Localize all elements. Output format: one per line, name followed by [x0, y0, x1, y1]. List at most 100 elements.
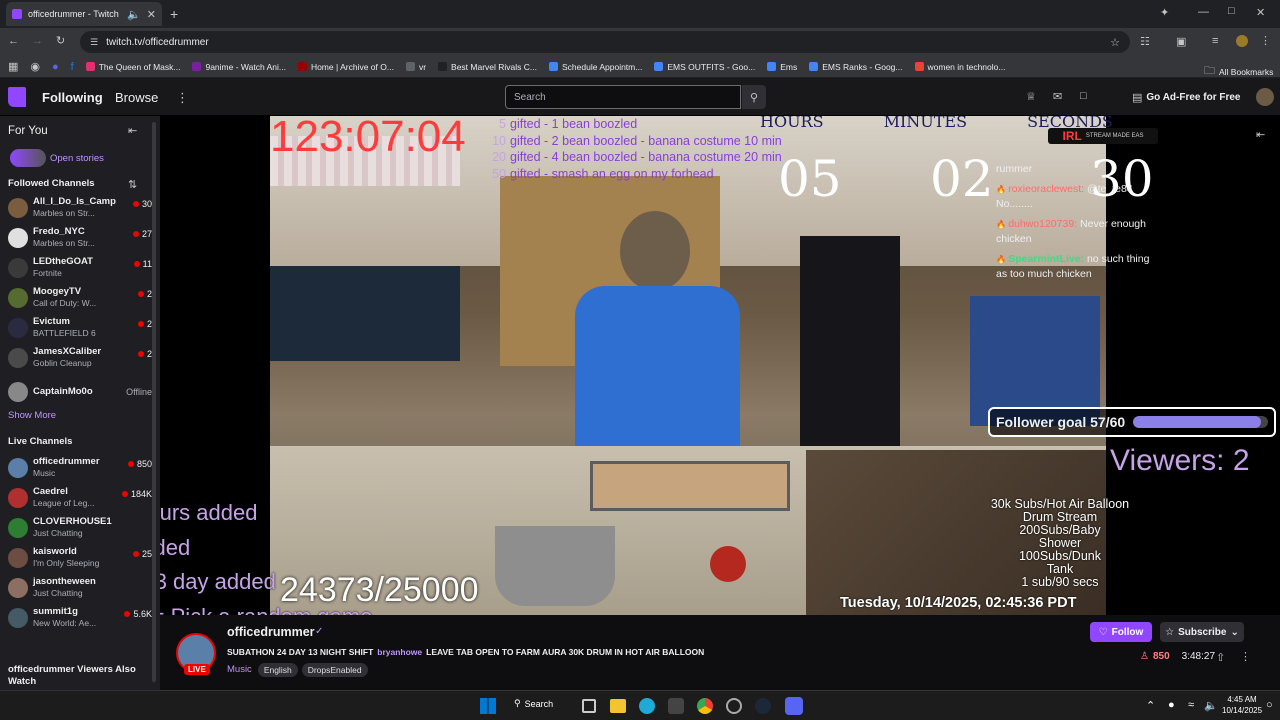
bookmark-star-icon[interactable]: ☆: [1110, 36, 1120, 49]
search-input[interactable]: Search: [505, 85, 741, 109]
notification-icon[interactable]: ○: [1266, 699, 1273, 711]
bookmark-item[interactable]: EMS Ranks - Goog...: [809, 62, 903, 72]
microphone-icon[interactable]: ●: [1168, 699, 1175, 711]
forward-icon[interactable]: →: [32, 35, 43, 47]
cast-icon[interactable]: ▣: [1176, 35, 1186, 48]
store-icon[interactable]: [668, 698, 684, 714]
sidebar-channel[interactable]: kaisworld I'm Only Sleeping 25: [6, 544, 152, 572]
tab-title: officedrummer - Twitch: [28, 9, 119, 19]
site-info-icon[interactable]: ☰: [90, 37, 98, 48]
task-view-icon[interactable]: [582, 699, 596, 713]
windows-start-icon[interactable]: [480, 698, 496, 714]
sidebar-scrollbar[interactable]: [152, 122, 156, 682]
more-menu-icon[interactable]: ⋮: [176, 90, 189, 106]
discord-taskbar-icon[interactable]: [785, 697, 803, 715]
nav-following[interactable]: Following: [42, 90, 103, 105]
apps-icon[interactable]: ▦: [8, 60, 18, 73]
steam-icon[interactable]: [755, 698, 771, 714]
follow-button[interactable]: ♡ Follow: [1090, 622, 1152, 642]
taskbar-search[interactable]: ⚲ Search: [514, 698, 553, 709]
bookmark-item[interactable]: 9anime - Watch Ani...: [192, 62, 286, 72]
wifi-icon[interactable]: ≈: [1188, 699, 1194, 711]
extensions-icon[interactable]: ☷: [1140, 35, 1150, 48]
chrome-taskbar-icon[interactable]: [697, 698, 713, 714]
open-stories-link[interactable]: Open stories: [50, 153, 104, 164]
volume-icon[interactable]: 🔈: [1204, 699, 1218, 712]
nav-browse[interactable]: Browse: [115, 90, 158, 105]
sidebar-channel[interactable]: Caedrel League of Leg... 184K: [6, 484, 152, 512]
category-link[interactable]: Music: [227, 664, 252, 675]
discord-bookmark-icon[interactable]: ●: [52, 61, 59, 73]
more-options-icon[interactable]: ⋮: [1240, 650, 1251, 663]
bookmark-item[interactable]: Schedule Appointm...: [549, 62, 642, 72]
tag-list: English DropsEnabled: [257, 662, 372, 677]
search-icon: ⚲: [514, 698, 521, 708]
sidebar-channel[interactable]: MoogeyTV Call of Duty: W... 2: [6, 284, 152, 312]
stream-tag[interactable]: DropsEnabled: [301, 663, 368, 677]
new-tab-icon[interactable]: +: [170, 6, 178, 22]
user-avatar[interactable]: [1256, 88, 1274, 106]
bookmark-item[interactable]: vr: [405, 62, 426, 72]
taskbar-clock[interactable]: 4:45 AM 10/14/2025: [1222, 694, 1262, 716]
sort-icon[interactable]: ⇅: [128, 178, 137, 191]
facebook-bookmark-icon[interactable]: f: [71, 61, 74, 73]
bookmark-item[interactable]: Home | Archive of O...: [297, 62, 394, 72]
file-explorer-icon[interactable]: [610, 699, 626, 713]
channel-avatar: [8, 458, 28, 478]
ad-free-button[interactable]: ▤ Go Ad-Free for Free: [1132, 87, 1241, 107]
sidebar-channel[interactable]: Evictum BATTLEFIELD 6 2: [6, 314, 152, 342]
sidebar-channel[interactable]: JamesXCaliber Goblin Cleanup 2: [6, 344, 152, 372]
chat-username[interactable]: duhwo120739:: [1008, 218, 1077, 230]
sidebar-channel[interactable]: officedrummer Music 850: [6, 454, 152, 482]
sidebar-channel[interactable]: summit1g New World: Ae... 5.6K: [6, 604, 152, 632]
reading-list-icon[interactable]: ≡: [1212, 35, 1218, 47]
edge-icon[interactable]: [639, 698, 655, 714]
address-bar[interactable]: ☰ twitch.tv/officedrummer ☆: [80, 31, 1130, 53]
speaker-icon[interactable]: 🔈: [127, 8, 141, 21]
bookmark-item[interactable]: women in technolo...: [914, 62, 1005, 72]
search-button[interactable]: ⚲: [742, 85, 766, 109]
sparkle-icon[interactable]: ✦: [1160, 6, 1169, 19]
browser-tab[interactable]: officedrummer - Twitch 🔈 ✕: [6, 2, 162, 26]
expand-chat-icon[interactable]: ⇤: [1256, 128, 1265, 141]
close-tab-icon[interactable]: ✕: [147, 8, 156, 21]
reload-icon[interactable]: ↻: [56, 34, 65, 47]
back-icon[interactable]: ←: [8, 35, 19, 47]
chat-username[interactable]: SpearmintLive:: [1008, 253, 1084, 265]
whispers-icon[interactable]: □: [1080, 90, 1087, 102]
title-mention[interactable]: bryanhowe: [377, 647, 422, 657]
browser-menu-icon[interactable]: ⋮: [1260, 34, 1271, 47]
tray-chevron-icon[interactable]: ⌃: [1146, 699, 1155, 712]
bookmark-item[interactable]: Ems: [767, 62, 797, 72]
twitch-logo-icon[interactable]: [8, 87, 26, 107]
minimize-icon[interactable]: —: [1198, 6, 1209, 18]
stream-tag[interactable]: English: [257, 663, 298, 677]
collapse-sidebar-icon[interactable]: ⇤: [128, 124, 137, 137]
chrome-icon[interactable]: ◉: [30, 60, 40, 73]
bookmark-item[interactable]: EMS OUTFITS - Goo...: [654, 62, 755, 72]
bookmark-item[interactable]: The Queen of Mask...: [85, 62, 180, 72]
heart-icon: ♡: [1098, 626, 1108, 638]
chat-username[interactable]: roxieoraclewest:: [1008, 183, 1084, 195]
profile-avatar[interactable]: [1236, 35, 1248, 47]
sidebar-channel-offline[interactable]: CaptainMo0o Offline: [6, 378, 152, 406]
sidebar-channel[interactable]: All_I_Do_Is_Camp Marbles on Str... 30: [6, 194, 152, 222]
video-player[interactable]: HOURS MINUTES SECONDS 05 02 30 123:07:04…: [160, 116, 1280, 615]
crown-icon[interactable]: ♕: [1026, 90, 1036, 103]
inbox-icon[interactable]: ✉: [1053, 90, 1062, 103]
share-icon[interactable]: ⇧: [1216, 651, 1225, 664]
sidebar-channel[interactable]: jasontheween Just Chatting: [6, 574, 152, 602]
show-more-link[interactable]: Show More: [8, 410, 56, 421]
sidebar-channel[interactable]: CLOVERHOUSE1 Just Chatting: [6, 514, 152, 542]
maximize-icon[interactable]: □: [1228, 5, 1235, 17]
app-icon[interactable]: [726, 698, 742, 714]
bookmark-item[interactable]: Best Marvel Rivals C...: [438, 62, 537, 72]
sidebar-channel[interactable]: Fredo_NYC Marbles on Str... 27: [6, 224, 152, 252]
window-close-icon[interactable]: ✕: [1256, 6, 1265, 19]
chat-username[interactable]: rummer: [996, 163, 1032, 175]
channel-name[interactable]: officedrummer: [227, 625, 315, 639]
stories-avatars[interactable]: [10, 149, 46, 167]
sidebar-channel[interactable]: LEDtheGOAT Fortnite 11: [6, 254, 152, 282]
viewer-count: 2: [137, 319, 152, 329]
subscribe-button[interactable]: ☆ Subscribe ⌄: [1160, 622, 1244, 642]
